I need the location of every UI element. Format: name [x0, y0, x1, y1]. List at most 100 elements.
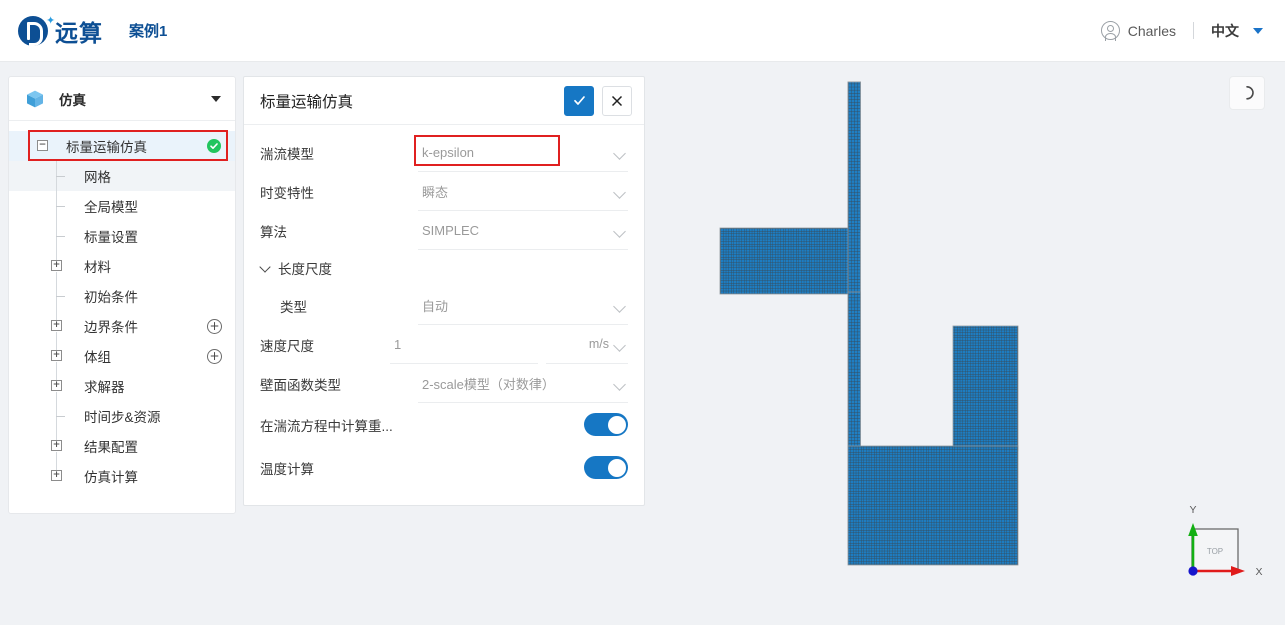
expand-toggle-icon[interactable]: + [51, 350, 62, 361]
user-avatar-icon [1100, 21, 1120, 41]
field-temperature-calculation: 温度计算 [260, 446, 628, 489]
expand-toggle-icon[interactable]: + [51, 260, 62, 271]
tree-branch-dash [56, 176, 65, 177]
tree-guide-line [56, 251, 57, 260]
chevron-down-icon[interactable] [615, 341, 626, 348]
sidebar-header[interactable]: 仿真 [9, 77, 235, 121]
tree-guide-line [56, 341, 57, 350]
user-name: Charles [1127, 22, 1176, 39]
collapse-toggle-icon[interactable]: − [37, 140, 48, 151]
expand-toggle-icon[interactable]: + [51, 440, 62, 451]
tree-item-mesh[interactable]: 网格 [9, 161, 235, 191]
tree-guide-line [56, 311, 57, 320]
time-dependency-select[interactable]: 瞬态 [418, 172, 628, 211]
chevron-down-icon[interactable] [1253, 27, 1263, 34]
user-menu[interactable]: Charles [1100, 21, 1176, 41]
tree-item-boundary-conditions[interactable]: + 边界条件 + [9, 311, 235, 341]
properties-panel-body: 湍流模型 k-epsilon 时变特性 瞬态 算法 SIMPLEC 长度尺度 类… [244, 125, 644, 505]
group-length-scale[interactable]: 长度尺度 [260, 250, 628, 286]
velocity-scale-unit-select[interactable]: m/s [546, 325, 628, 364]
tree-item-solver[interactable]: + 求解器 [9, 371, 235, 401]
plus-circle-icon[interactable]: + [207, 348, 222, 364]
chevron-down-icon[interactable] [615, 149, 626, 156]
field-label: 时变特性 [260, 185, 314, 201]
tree-item-label: 网格 [84, 170, 111, 185]
field-wall-function-type: 壁面函数类型 2-scale模型（对数律） [260, 364, 628, 403]
tree-item-material[interactable]: + 材料 [9, 251, 235, 281]
field-value: 瞬态 [422, 184, 449, 200]
field-value: 1 [394, 336, 402, 352]
velocity-scale-control-group: 1 m/s [390, 325, 628, 364]
chevron-down-icon[interactable] [211, 95, 221, 102]
tree-item-label: 结果配置 [84, 440, 138, 455]
tree-item-label: 时间步&资源 [84, 410, 161, 425]
chevron-down-icon[interactable] [615, 227, 626, 234]
field-turbulence-model: 湍流模型 k-epsilon [260, 133, 628, 172]
field-value: 自动 [422, 298, 449, 314]
field-value: k-epsilon [422, 144, 475, 160]
tree-item-scalar-settings[interactable]: 标量设置 [9, 221, 235, 251]
chevron-down-icon[interactable] [260, 263, 271, 274]
velocity-scale-input[interactable]: 1 [390, 325, 538, 364]
3d-viewport[interactable]: TOP Y X [653, 62, 1285, 625]
field-length-scale-type: 类型 自动 [260, 286, 628, 325]
properties-panel-header: 标量运输仿真 [244, 77, 644, 125]
axis-face-label: TOP [1207, 547, 1223, 556]
tree-guide-line [56, 362, 57, 371]
tree-item-label: 求解器 [84, 380, 125, 395]
gravity-in-turbulence-toggle-wrap [418, 405, 628, 444]
turbulence-model-select[interactable]: k-epsilon [418, 133, 628, 172]
close-button[interactable] [602, 85, 632, 116]
app-header: ✦ 远算 案例1 Charles 中文 [0, 0, 1285, 62]
tree-branch-dash [56, 416, 65, 417]
gravity-in-turbulence-toggle[interactable] [584, 413, 628, 436]
header-right-group: Charles 中文 [1100, 21, 1263, 41]
wall-function-type-select[interactable]: 2-scale模型（对数律） [418, 364, 628, 403]
panel-title: 标量运输仿真 [260, 93, 354, 111]
tree-item-timestep-resources[interactable]: 时间步&资源 [9, 401, 235, 431]
tree-item-volume-group[interactable]: + 体组 + [9, 341, 235, 371]
field-value: 2-scale模型（对数律） [422, 376, 555, 392]
language-label[interactable]: 中文 [1211, 21, 1239, 41]
temperature-calculation-toggle[interactable] [584, 456, 628, 479]
check-circle-icon [207, 139, 221, 153]
field-label: 在湍流方程中计算重... [260, 418, 393, 434]
tree-item-label: 初始条件 [84, 290, 138, 305]
field-label: 湍流模型 [260, 146, 314, 162]
header-divider [1193, 22, 1194, 39]
tree-item-result-config[interactable]: + 结果配置 [9, 431, 235, 461]
field-algorithm: 算法 SIMPLEC [260, 211, 628, 250]
tree-item-label: 标量设置 [84, 230, 138, 245]
expand-toggle-icon[interactable]: + [51, 380, 62, 391]
tree-item-scalar-transport-sim[interactable]: − 标量运输仿真 [9, 131, 235, 161]
tree-item-label: 边界条件 [84, 320, 138, 335]
field-gravity-in-turbulence: 在湍流方程中计算重... [260, 403, 628, 446]
temperature-calculation-toggle-wrap [418, 448, 628, 487]
tree-item-global-model[interactable]: 全局模型 [9, 191, 235, 221]
tree-branch-dash [56, 236, 65, 237]
confirm-button[interactable] [564, 85, 594, 116]
brand-block[interactable]: ✦ 远算 案例1 [18, 14, 167, 48]
expand-toggle-icon[interactable]: + [51, 320, 62, 331]
axis-orientation-widget[interactable]: TOP Y X [1167, 497, 1271, 597]
tree-item-label: 仿真计算 [84, 470, 138, 485]
tree-item-label: 材料 [84, 260, 111, 275]
simulation-tree-sidebar: 仿真 − 标量运输仿真 网格 全局模型 标量设置 + 材料 初始条件 + 边界条… [8, 76, 236, 514]
chevron-down-icon[interactable] [615, 188, 626, 195]
tree-item-run-simulation[interactable]: + 仿真计算 [9, 461, 235, 491]
tree-guide-line [56, 272, 57, 281]
field-time-dependency: 时变特性 瞬态 [260, 172, 628, 211]
axis-y-label: Y [1189, 504, 1196, 516]
app-stage: 仿真 − 标量运输仿真 网格 全局模型 标量设置 + 材料 初始条件 + 边界条… [0, 62, 1285, 625]
plus-circle-icon[interactable]: + [207, 318, 222, 334]
field-velocity-scale: 速度尺度 1 m/s [260, 325, 628, 364]
chevron-down-icon[interactable] [615, 302, 626, 309]
axis-x-label: X [1255, 566, 1262, 578]
yuansuan-logo-icon: ✦ [18, 15, 55, 46]
expand-toggle-icon[interactable]: + [51, 470, 62, 481]
field-label: 算法 [260, 224, 287, 240]
length-scale-type-select[interactable]: 自动 [418, 286, 628, 325]
chevron-down-icon[interactable] [615, 380, 626, 387]
algorithm-select[interactable]: SIMPLEC [418, 211, 628, 250]
tree-item-initial-conditions[interactable]: 初始条件 [9, 281, 235, 311]
